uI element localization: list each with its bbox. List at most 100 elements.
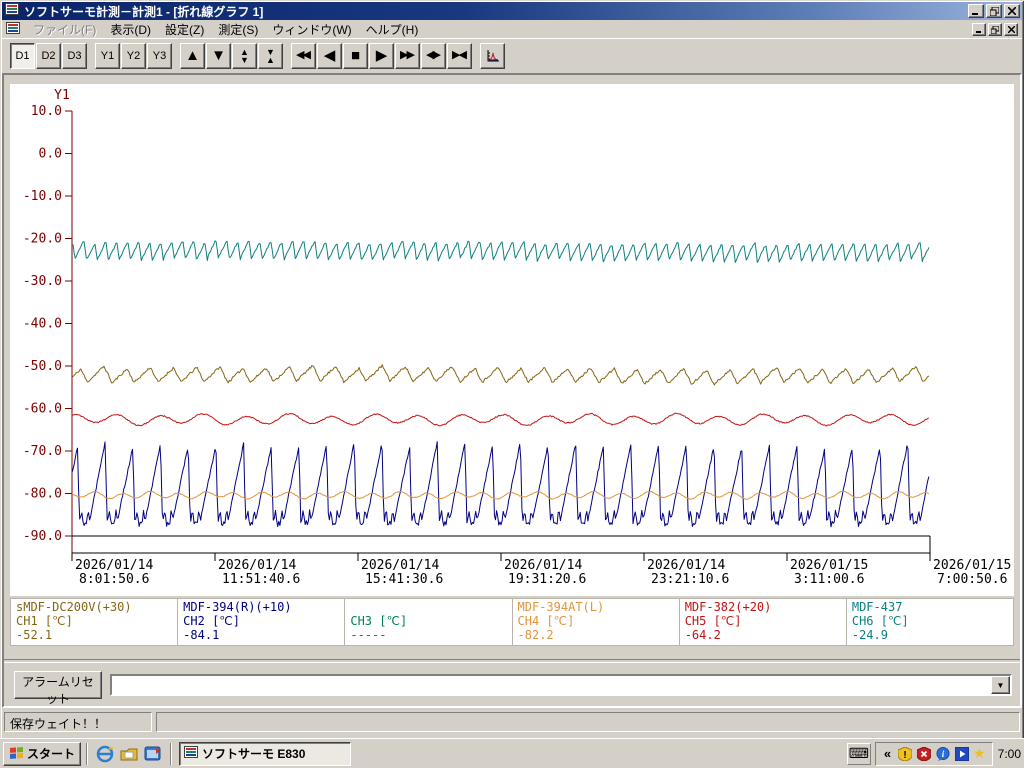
status-panel — [156, 712, 1020, 732]
channel-value: -24.9 — [851, 628, 888, 642]
toolbar: D1 D2 D3 Y1 Y2 Y3 ▲ ▼ ▲ ▼ ▼ ▲ ◀◀ ◀ ■ ▶ ▶▶ ◀▶ ▶◀ — [2, 38, 1022, 72]
legend-cell-ch3: CH3 [℃] ----- — [345, 599, 512, 645]
svg-text:15:41:30.6: 15:41:30.6 — [365, 572, 443, 587]
svg-text:-70.0: -70.0 — [23, 444, 62, 459]
channel-name — [350, 600, 506, 614]
taskbar-clock: 7:00 — [997, 746, 1021, 761]
compress-x-button[interactable]: ▶◀ — [447, 42, 472, 69]
status-message: 保存ウェイト！！ — [4, 712, 152, 732]
svg-text:2026/01/14: 2026/01/14 — [361, 558, 439, 573]
task-button[interactable]: ソフトサーモ E830 — [179, 741, 352, 766]
scroll-up-button[interactable]: ▲ — [180, 42, 205, 69]
internet-explorer-icon[interactable] — [95, 744, 115, 764]
compress-y-button[interactable]: ▼ ▲ — [258, 42, 283, 69]
svg-text:-80.0: -80.0 — [23, 487, 62, 502]
child-restore-button[interactable] — [988, 23, 1002, 36]
graph-icon — [487, 49, 499, 61]
info-balloon-icon[interactable]: i — [935, 746, 950, 761]
d1-button[interactable]: D1 — [10, 42, 35, 69]
legend-cell-ch1: sMDF-DC200V(+30) CH1 [℃] -52.1 — [11, 599, 178, 645]
channel-label: CH4 [℃] — [517, 614, 575, 628]
expand-y-button[interactable]: ▲ ▼ — [232, 42, 257, 69]
start-button[interactable]: スタート — [3, 741, 82, 766]
menu-help[interactable]: ヘルプ(H) — [359, 22, 426, 38]
svg-text:-90.0: -90.0 — [23, 529, 62, 544]
channel-label: CH3 [℃] — [350, 614, 408, 628]
restore-button[interactable] — [986, 4, 1002, 18]
y1-button[interactable]: Y1 — [95, 42, 120, 69]
channel-label: CH1 [℃] — [16, 614, 73, 628]
channel-value: -52.1 — [16, 628, 53, 642]
star-icon[interactable]: ★ — [973, 745, 986, 762]
svg-text:19:31:20.6: 19:31:20.6 — [508, 572, 586, 587]
menu-bar: ファイル(F) 表示(D) 設定(Z) 測定(S) ウィンドウ(W) ヘルプ(H) — [2, 21, 1022, 38]
menu-measure[interactable]: 測定(S) — [211, 22, 265, 38]
svg-text:3:11:00.6: 3:11:00.6 — [794, 572, 864, 587]
svg-text:2026/01/15: 2026/01/15 — [790, 558, 868, 573]
desktop-folder-icon[interactable] — [119, 744, 139, 764]
menu-window[interactable]: ウィンドウ(W) — [265, 22, 358, 38]
tray-expand-chevron[interactable]: « — [882, 746, 893, 761]
channel-value: -64.2 — [684, 628, 721, 642]
child-close-button[interactable] — [1004, 23, 1018, 36]
task-label: ソフトサーモ E830 — [202, 747, 306, 761]
alarm-reset-button[interactable]: アラームリセット — [14, 671, 102, 706]
channel-label: CH6 [℃] — [851, 614, 909, 628]
svg-text:2026/01/14: 2026/01/14 — [504, 558, 582, 573]
minimize-button[interactable] — [968, 4, 984, 18]
svg-text:11:51:40.6: 11:51:40.6 — [222, 572, 300, 587]
d3-button[interactable]: D3 — [62, 42, 87, 69]
channel-value: ----- — [350, 628, 387, 642]
svg-text:0.0: 0.0 — [39, 147, 62, 162]
jump-right-button[interactable]: ▶▶ — [395, 42, 420, 69]
svg-text:7:00:50.6: 7:00:50.6 — [937, 572, 1007, 587]
menu-view[interactable]: 表示(D) — [103, 22, 158, 38]
svg-text:!: ! — [903, 750, 906, 761]
child-minimize-button[interactable] — [972, 23, 986, 36]
expand-x-button[interactable]: ◀▶ — [421, 42, 446, 69]
channel-label: CH5 [℃] — [684, 614, 742, 628]
curve-ch1 — [71, 364, 930, 386]
svg-text:2026/01/15: 2026/01/15 — [933, 558, 1011, 573]
system-tray: ⌨ « ! i ★ 7:00 — [846, 741, 1021, 766]
svg-text:-40.0: -40.0 — [23, 317, 62, 332]
child-window-icon[interactable] — [6, 21, 20, 38]
channel-name: MDF-394(R)(+10) — [183, 600, 292, 614]
d2-button[interactable]: D2 — [36, 42, 61, 69]
scroll-down-button[interactable]: ▼ — [206, 42, 231, 69]
media-play-icon[interactable] — [954, 746, 969, 761]
chart-area: Y1 10.0 0.0 -10.0 -20.0 -30.0 -40.0 -50.0 -60.0 -… — [10, 84, 1014, 596]
menu-setting[interactable]: 設定(Z) — [158, 22, 211, 38]
y2-button[interactable]: Y2 — [121, 42, 146, 69]
pan-right-button[interactable]: ▶ — [369, 42, 394, 69]
stop-button[interactable]: ■ — [343, 42, 368, 69]
windows-logo-icon — [10, 747, 23, 759]
y3-button[interactable]: Y3 — [147, 42, 172, 69]
taskbar-separator — [170, 742, 173, 765]
combobox-dropdown-icon[interactable]: ▼ — [991, 676, 1010, 694]
curve-ch4 — [71, 490, 930, 500]
app-icon — [5, 2, 19, 21]
security-warning-icon[interactable]: ! — [897, 746, 912, 761]
menu-file: ファイル(F) — [33, 23, 97, 37]
channel-name: sMDF-DC200V(+30) — [16, 600, 132, 614]
legend-cell-ch5: MDF-382(+20) CH5 [℃] -64.2 — [679, 599, 846, 645]
channels-window-icon[interactable] — [143, 744, 163, 764]
child-window-controls — [972, 23, 1020, 36]
jump-left-button[interactable]: ◀◀ — [291, 42, 316, 69]
alarm-combobox-value[interactable] — [112, 676, 991, 694]
svg-text:-30.0: -30.0 — [23, 274, 62, 289]
keyboard-icon[interactable]: ⌨ — [846, 742, 871, 765]
menu-items: ファイル(F) 表示(D) 設定(Z) 測定(S) ウィンドウ(W) ヘルプ(H) — [26, 21, 425, 38]
close-button[interactable] — [1004, 4, 1020, 18]
application-window: ソフトサーモ計測－計測1 - [折れ線グラフ 1] ファイル(F) 表示(D) 設定… — [0, 0, 1024, 768]
alarm-combobox[interactable]: ▼ — [110, 674, 1012, 696]
svg-text:10.0: 10.0 — [31, 104, 62, 119]
curve-ch6 — [71, 240, 930, 263]
pan-left-button[interactable]: ◀ — [317, 42, 342, 69]
channel-value: -84.1 — [183, 628, 220, 642]
graph-display-button[interactable] — [480, 42, 505, 69]
legend-cell-ch6: MDF-437 CH6 [℃] -24.9 — [846, 599, 1014, 645]
x-axis: 2026/01/148:01:50.62026/01/1411:51:40.62… — [71, 535, 1011, 587]
security-alert-icon[interactable] — [916, 746, 931, 761]
